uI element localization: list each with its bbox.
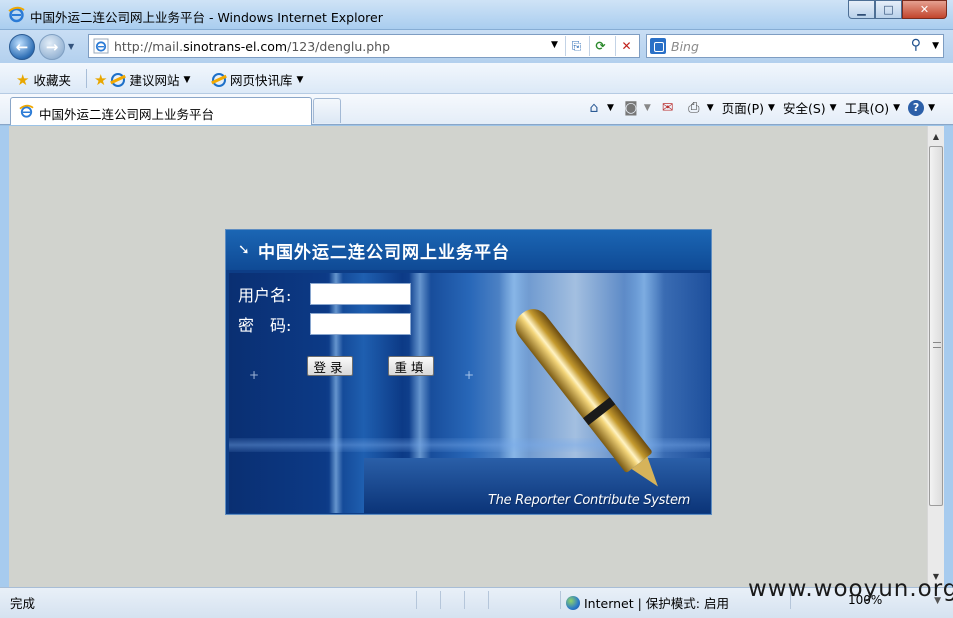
- pen-band: [582, 397, 616, 426]
- status-divider: [488, 591, 489, 609]
- status-text: 完成: [10, 596, 36, 611]
- username-field[interactable]: [310, 283, 411, 305]
- page-ie-icon: [93, 38, 109, 54]
- maximize-button[interactable]: □: [875, 0, 902, 19]
- print-icon: ⎙: [688, 99, 700, 116]
- title-bar: 中国外运二连公司网上业务平台 - Windows Internet Explor…: [0, 0, 953, 30]
- back-button[interactable]: ←: [9, 34, 35, 60]
- suggested-sites-button[interactable]: ★ 建议网站 ▼: [94, 70, 190, 89]
- page-menu[interactable]: 页面(P) ▼: [722, 98, 775, 117]
- safety-menu[interactable]: 安全(S) ▼: [783, 98, 837, 117]
- stop-button[interactable]: ✕: [615, 36, 637, 56]
- favorites-button[interactable]: ★ 收藏夹: [16, 70, 71, 89]
- password-label: 密 码:: [238, 316, 292, 335]
- bing-icon: [650, 38, 666, 54]
- search-icon[interactable]: ⚲: [911, 37, 921, 53]
- window-title: 中国外运二连公司网上业务平台 - Windows Internet Explor…: [30, 10, 383, 25]
- chevron-down-icon: ▼: [893, 102, 901, 113]
- chevron-down-icon: ▼: [643, 102, 651, 113]
- feeds-icon: ◙: [624, 99, 638, 116]
- password-field[interactable]: [310, 313, 411, 335]
- vertical-scrollbar[interactable]: ▲ ▼: [927, 126, 944, 587]
- tab-current[interactable]: 中国外运二连公司网上业务平台: [10, 97, 312, 125]
- address-dropdown-icon[interactable]: ▼: [551, 40, 558, 50]
- favorites-star-icon: ★: [16, 70, 30, 89]
- login-panel-title: 中国外运二连公司网上业务平台: [258, 243, 510, 263]
- tab-row: 中国外运二连公司网上业务平台 ⌂ ▼ ◙ ▼ ✉ ⎙ ▼ 页面(P) ▼ 安全(S) ▼ …: [0, 94, 953, 125]
- print-button[interactable]: ⎙ ▼: [685, 100, 714, 116]
- page-content: ➘ 中国外运二连公司网上业务平台 + + 用户名: 密 码: 登录 重填 The…: [9, 126, 927, 587]
- tools-menu[interactable]: 工具(O) ▼: [845, 98, 901, 117]
- refresh-button[interactable]: ⟳: [589, 36, 611, 56]
- chevron-down-icon: ▼: [829, 102, 837, 113]
- chevron-down-icon: ▼: [606, 102, 614, 113]
- login-panel: ➘ 中国外运二连公司网上业务平台 + + 用户名: 密 码: 登录 重填 The…: [225, 229, 712, 515]
- window-frame-right: [944, 126, 953, 618]
- login-panel-banner: + + 用户名: 密 码: 登录 重填 The Reporter Contrib…: [229, 273, 710, 513]
- chevron-down-icon: ▼: [928, 102, 935, 113]
- light-beam: [329, 273, 343, 513]
- home-button[interactable]: ⌂ ▼: [585, 100, 614, 116]
- search-input[interactable]: Bing: [671, 39, 699, 54]
- minimize-button[interactable]: ▁: [848, 0, 875, 19]
- command-bar: ⌂ ▼ ◙ ▼ ✉ ⎙ ▼ 页面(P) ▼ 安全(S) ▼ 工具(O) ▼ ? ▼: [585, 98, 935, 117]
- arrow-icon: ➘: [238, 242, 250, 258]
- system-slogan: The Reporter Contribute System: [488, 493, 690, 508]
- read-mail-button[interactable]: ✉: [659, 100, 677, 116]
- scroll-thumb[interactable]: [929, 146, 943, 506]
- reset-button[interactable]: 重填: [388, 356, 434, 376]
- address-row: ← → ▼ http://mail.sinotrans-el.com/123/d…: [0, 30, 953, 63]
- mail-icon: ✉: [661, 99, 674, 116]
- security-zone[interactable]: Internet | 保护模式: 启用: [566, 593, 729, 612]
- recent-pages-dropdown-icon[interactable]: ▼: [68, 42, 74, 51]
- search-options-dropdown-icon[interactable]: ▼: [932, 41, 939, 51]
- forward-button[interactable]: →: [39, 34, 65, 60]
- feeds-button[interactable]: ◙ ▼: [622, 100, 651, 116]
- add-favorite-icon: ★: [94, 70, 108, 89]
- help-icon: ?: [908, 99, 925, 116]
- address-bar[interactable]: http://mail.sinotrans-el.com/123/denglu.…: [88, 34, 640, 58]
- ie-page-icon: [19, 104, 34, 118]
- chevron-down-icon: ▼: [706, 102, 714, 113]
- status-divider: [440, 591, 441, 609]
- home-icon: ⌂: [589, 99, 599, 116]
- watermark: www.wooyun.org: [748, 576, 953, 602]
- window-frame-left: [0, 126, 9, 618]
- chevron-down-icon: ▼: [296, 74, 304, 85]
- separator: [86, 69, 87, 88]
- scroll-up-icon[interactable]: ▲: [928, 128, 944, 145]
- username-label: 用户名:: [238, 286, 292, 305]
- favorites-bar: ★ 收藏夹 ★ 建议网站 ▼ 网页快讯库 ▼: [0, 63, 953, 94]
- address-url[interactable]: http://mail.sinotrans-el.com/123/denglu.…: [114, 39, 390, 54]
- status-divider: [464, 591, 465, 609]
- close-window-button[interactable]: ✕: [902, 0, 947, 19]
- crosshair-decoration: +: [464, 368, 475, 382]
- compatibility-view-button[interactable]: ⎘: [565, 36, 587, 56]
- login-panel-header: ➘ 中国外运二连公司网上业务平台: [226, 230, 711, 270]
- chevron-down-icon: ▼: [183, 74, 191, 85]
- status-divider: [560, 591, 561, 609]
- web-slice-gallery-button[interactable]: 网页快讯库 ▼: [212, 70, 303, 89]
- chevron-down-icon: ▼: [768, 102, 775, 113]
- ie-small-icon: [212, 72, 226, 87]
- login-button[interactable]: 登录: [307, 356, 353, 376]
- scroll-grip: [933, 342, 941, 348]
- crosshair-decoration: +: [249, 368, 260, 382]
- tab-label: 中国外运二连公司网上业务平台: [39, 107, 215, 122]
- window-controls: ▁ □ ✕: [848, 0, 947, 20]
- ie-small-icon: [111, 72, 126, 87]
- search-box[interactable]: Bing ⚲ ▼: [646, 34, 944, 58]
- status-divider: [416, 591, 417, 609]
- new-tab-button[interactable]: [313, 98, 341, 123]
- help-menu[interactable]: ? ▼: [908, 99, 935, 116]
- ie-logo-icon: [8, 6, 25, 23]
- globe-icon: [566, 595, 580, 610]
